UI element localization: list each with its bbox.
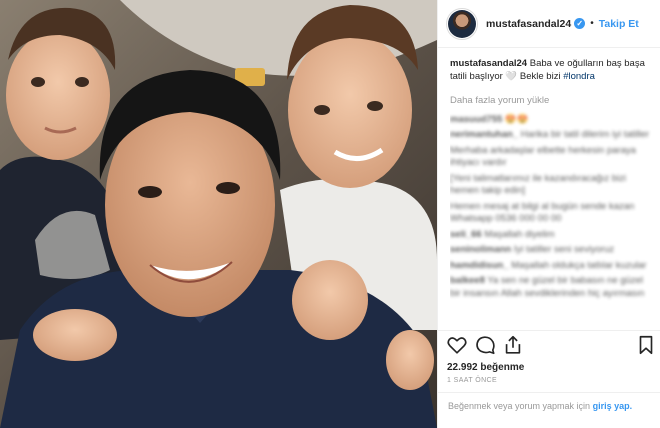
avatar-image (448, 9, 476, 38)
hashtag-link[interactable]: #londra (563, 71, 595, 82)
comment-item: masuud755 😍😍 (450, 114, 654, 127)
login-link[interactable]: giriş yap. (593, 401, 633, 411)
comment-item: [Yeni talimatlarımız ile kazandıracağız … (450, 173, 654, 198)
comments-section[interactable]: mustafasandal24 Baba ve oğulların baş ba… (450, 58, 654, 328)
login-prompt-text: Beğenmek veya yorum yapmak için (448, 401, 591, 411)
comment-text: Maşallah oldukça tatlılar kuzular (511, 259, 647, 271)
load-more-comments-button[interactable]: Daha fazla yorum yükle (450, 95, 654, 108)
username-link[interactable]: mustafasandal24 (486, 18, 571, 30)
comment-icon[interactable] (474, 334, 496, 356)
comment-item: nerimantuhan_ Harika bir tatil dilerim i… (450, 129, 654, 142)
post-header: mustafasandal24 ✓ • Takip Et (438, 0, 660, 48)
post-photo[interactable] (0, 0, 437, 428)
caption-username[interactable]: mustafasandal24 (450, 58, 527, 69)
comment-text: 😍😍 (504, 113, 529, 125)
comment-username[interactable]: seninolimann (450, 244, 511, 255)
post-sidebar: mustafasandal24 ✓ • Takip Et mustafasand… (437, 0, 660, 428)
comment-text: Iyi tatiller seni seviyoruz (513, 244, 615, 255)
follow-button[interactable]: Takip Et (599, 18, 639, 30)
bookmark-icon[interactable] (636, 334, 656, 356)
family-selfie-image (0, 0, 437, 428)
comment-item: seli_66 Maşallah diyelim (450, 229, 654, 242)
comment-username[interactable]: nerimantuhan_ (450, 129, 518, 140)
login-prompt: Beğenmek veya yorum yapmak için giriş ya… (438, 392, 660, 428)
comment-item: balkee8 Ya sen ne güzel bir babasın ne g… (450, 275, 654, 300)
post-timestamp[interactable]: 1 SAAT ÖNCE (447, 377, 497, 384)
comment-username[interactable]: balkee8 (450, 275, 485, 286)
comment-text: Merhaba arkadaşlar elbette herkesin para… (450, 144, 636, 169)
heart-icon[interactable] (446, 334, 468, 356)
comment-text: Maşallah diyelim (484, 228, 555, 240)
comment-text: Hemen mesaj at bilgi al bugün sende kaza… (450, 200, 635, 225)
action-bar (438, 330, 660, 360)
comment-text: Harika bir tatil dilerim iyi tatiller (520, 129, 650, 140)
verified-badge-icon: ✓ (574, 18, 586, 29)
post-caption: mustafasandal24 Baba ve oğulların baş ba… (450, 58, 654, 83)
comment-username[interactable]: seli_66 (450, 229, 482, 240)
comment-item: hamdidisun_ Maşallah oldukça tatlılar ku… (450, 260, 654, 273)
comment-username[interactable]: hamdidisun_ (450, 260, 509, 271)
share-icon[interactable] (502, 334, 524, 356)
comment-item: Hemen mesaj at bilgi al bugün sende kaza… (450, 201, 654, 226)
like-count[interactable]: 22.992 beğenme (447, 362, 524, 373)
comment-item: Merhaba arkadaşlar elbette herkesin para… (450, 145, 654, 170)
avatar[interactable] (446, 7, 478, 40)
comment-list: masuud755 😍😍 nerimantuhan_ Harika bir tat… (450, 114, 654, 301)
comment-username[interactable]: masuud755 (450, 114, 502, 125)
comment-text: [Yeni talimatlarımız ile kazandıracağız … (450, 172, 627, 197)
separator-dot: • (590, 18, 594, 29)
comment-item: seninolimann Iyi tatiller seni seviyoruz (450, 244, 654, 257)
